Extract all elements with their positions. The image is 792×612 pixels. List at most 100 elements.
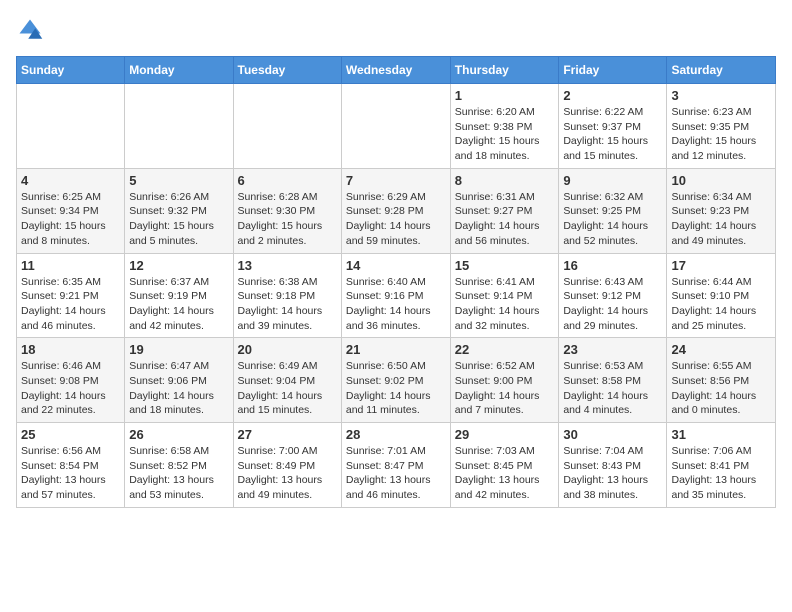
day-info: Sunrise: 6:20 AMSunset: 9:38 PMDaylight:… [455,105,555,164]
day-number: 21 [346,342,446,357]
calendar-table: SundayMondayTuesdayWednesdayThursdayFrid… [16,56,776,508]
calendar-cell: 12 Sunrise: 6:37 AMSunset: 9:19 PMDayligh… [125,253,233,338]
calendar-cell: 27 Sunrise: 7:00 AMSunset: 8:49 PMDayligh… [233,423,341,508]
weekday-friday: Friday [559,57,667,84]
calendar-cell: 23 Sunrise: 6:53 AMSunset: 8:58 PMDayligh… [559,338,667,423]
day-info: Sunrise: 6:55 AMSunset: 8:56 PMDaylight:… [671,359,771,418]
day-number: 2 [563,88,662,103]
day-number: 10 [671,173,771,188]
calendar-cell: 4 Sunrise: 6:25 AMSunset: 9:34 PMDaylight… [17,168,125,253]
calendar-cell: 25 Sunrise: 6:56 AMSunset: 8:54 PMDayligh… [17,423,125,508]
week-row-1: 1 Sunrise: 6:20 AMSunset: 9:38 PMDaylight… [17,84,776,169]
logo [16,16,48,44]
day-number: 31 [671,427,771,442]
day-number: 18 [21,342,120,357]
week-row-2: 4 Sunrise: 6:25 AMSunset: 9:34 PMDaylight… [17,168,776,253]
calendar-cell: 5 Sunrise: 6:26 AMSunset: 9:32 PMDaylight… [125,168,233,253]
logo-icon [16,16,44,44]
weekday-tuesday: Tuesday [233,57,341,84]
day-info: Sunrise: 6:32 AMSunset: 9:25 PMDaylight:… [563,190,662,249]
day-info: Sunrise: 7:06 AMSunset: 8:41 PMDaylight:… [671,444,771,503]
day-number: 13 [238,258,337,273]
calendar-cell: 20 Sunrise: 6:49 AMSunset: 9:04 PMDayligh… [233,338,341,423]
weekday-saturday: Saturday [667,57,776,84]
day-info: Sunrise: 7:01 AMSunset: 8:47 PMDaylight:… [346,444,446,503]
day-info: Sunrise: 6:47 AMSunset: 9:06 PMDaylight:… [129,359,228,418]
day-info: Sunrise: 6:37 AMSunset: 9:19 PMDaylight:… [129,275,228,334]
day-number: 27 [238,427,337,442]
calendar-cell: 14 Sunrise: 6:40 AMSunset: 9:16 PMDayligh… [341,253,450,338]
day-number: 1 [455,88,555,103]
day-number: 9 [563,173,662,188]
day-info: Sunrise: 6:58 AMSunset: 8:52 PMDaylight:… [129,444,228,503]
calendar-header: SundayMondayTuesdayWednesdayThursdayFrid… [17,57,776,84]
calendar-cell: 31 Sunrise: 7:06 AMSunset: 8:41 PMDayligh… [667,423,776,508]
calendar-cell: 2 Sunrise: 6:22 AMSunset: 9:37 PMDaylight… [559,84,667,169]
calendar-cell: 22 Sunrise: 6:52 AMSunset: 9:00 PMDayligh… [450,338,559,423]
day-number: 11 [21,258,120,273]
day-info: Sunrise: 6:50 AMSunset: 9:02 PMDaylight:… [346,359,446,418]
day-info: Sunrise: 6:29 AMSunset: 9:28 PMDaylight:… [346,190,446,249]
day-info: Sunrise: 6:46 AMSunset: 9:08 PMDaylight:… [21,359,120,418]
day-number: 6 [238,173,337,188]
day-info: Sunrise: 6:56 AMSunset: 8:54 PMDaylight:… [21,444,120,503]
day-info: Sunrise: 6:25 AMSunset: 9:34 PMDaylight:… [21,190,120,249]
calendar-cell: 26Sunrise: 6:58 AMSunset: 8:52 PMDayligh… [125,423,233,508]
day-number: 7 [346,173,446,188]
calendar-cell: 19 Sunrise: 6:47 AMSunset: 9:06 PMDayligh… [125,338,233,423]
day-number: 16 [563,258,662,273]
day-number: 4 [21,173,120,188]
day-info: Sunrise: 6:23 AMSunset: 9:35 PMDaylight:… [671,105,771,164]
day-number: 8 [455,173,555,188]
weekday-sunday: Sunday [17,57,125,84]
calendar-cell: 28Sunrise: 7:01 AMSunset: 8:47 PMDayligh… [341,423,450,508]
calendar-cell: 11 Sunrise: 6:35 AMSunset: 9:21 PMDayligh… [17,253,125,338]
day-info: Sunrise: 7:04 AMSunset: 8:43 PMDaylight:… [563,444,662,503]
day-number: 23 [563,342,662,357]
calendar-cell: 10 Sunrise: 6:34 AMSunset: 9:23 PMDayligh… [667,168,776,253]
week-row-3: 11 Sunrise: 6:35 AMSunset: 9:21 PMDayligh… [17,253,776,338]
day-number: 15 [455,258,555,273]
weekday-wednesday: Wednesday [341,57,450,84]
day-info: Sunrise: 6:40 AMSunset: 9:16 PMDaylight:… [346,275,446,334]
day-info: Sunrise: 7:00 AMSunset: 8:49 PMDaylight:… [238,444,337,503]
calendar-cell [233,84,341,169]
weekday-thursday: Thursday [450,57,559,84]
calendar-cell: 13 Sunrise: 6:38 AMSunset: 9:18 PMDayligh… [233,253,341,338]
weekday-monday: Monday [125,57,233,84]
page-header [16,16,776,44]
day-number: 17 [671,258,771,273]
day-info: Sunrise: 6:34 AMSunset: 9:23 PMDaylight:… [671,190,771,249]
day-number: 24 [671,342,771,357]
calendar-cell: 21 Sunrise: 6:50 AMSunset: 9:02 PMDayligh… [341,338,450,423]
day-number: 22 [455,342,555,357]
day-number: 5 [129,173,228,188]
calendar-cell: 24 Sunrise: 6:55 AMSunset: 8:56 PMDayligh… [667,338,776,423]
week-row-5: 25 Sunrise: 6:56 AMSunset: 8:54 PMDayligh… [17,423,776,508]
calendar-cell: 7 Sunrise: 6:29 AMSunset: 9:28 PMDaylight… [341,168,450,253]
day-info: Sunrise: 7:03 AMSunset: 8:45 PMDaylight:… [455,444,555,503]
day-info: Sunrise: 6:35 AMSunset: 9:21 PMDaylight:… [21,275,120,334]
day-number: 14 [346,258,446,273]
day-info: Sunrise: 6:38 AMSunset: 9:18 PMDaylight:… [238,275,337,334]
day-number: 12 [129,258,228,273]
day-info: Sunrise: 6:22 AMSunset: 9:37 PMDaylight:… [563,105,662,164]
calendar-cell: 6Sunrise: 6:28 AMSunset: 9:30 PMDaylight… [233,168,341,253]
day-info: Sunrise: 6:49 AMSunset: 9:04 PMDaylight:… [238,359,337,418]
calendar-cell: 1 Sunrise: 6:20 AMSunset: 9:38 PMDaylight… [450,84,559,169]
calendar-cell: 15Sunrise: 6:41 AMSunset: 9:14 PMDayligh… [450,253,559,338]
day-number: 19 [129,342,228,357]
day-number: 3 [671,88,771,103]
day-number: 25 [21,427,120,442]
day-number: 20 [238,342,337,357]
day-info: Sunrise: 6:26 AMSunset: 9:32 PMDaylight:… [129,190,228,249]
day-info: Sunrise: 6:31 AMSunset: 9:27 PMDaylight:… [455,190,555,249]
day-info: Sunrise: 6:53 AMSunset: 8:58 PMDaylight:… [563,359,662,418]
week-row-4: 18 Sunrise: 6:46 AMSunset: 9:08 PMDayligh… [17,338,776,423]
calendar-cell [341,84,450,169]
calendar-cell: 29Sunrise: 7:03 AMSunset: 8:45 PMDayligh… [450,423,559,508]
day-number: 30 [563,427,662,442]
day-info: Sunrise: 6:52 AMSunset: 9:00 PMDaylight:… [455,359,555,418]
calendar-cell: 16Sunrise: 6:43 AMSunset: 9:12 PMDayligh… [559,253,667,338]
calendar-cell [125,84,233,169]
